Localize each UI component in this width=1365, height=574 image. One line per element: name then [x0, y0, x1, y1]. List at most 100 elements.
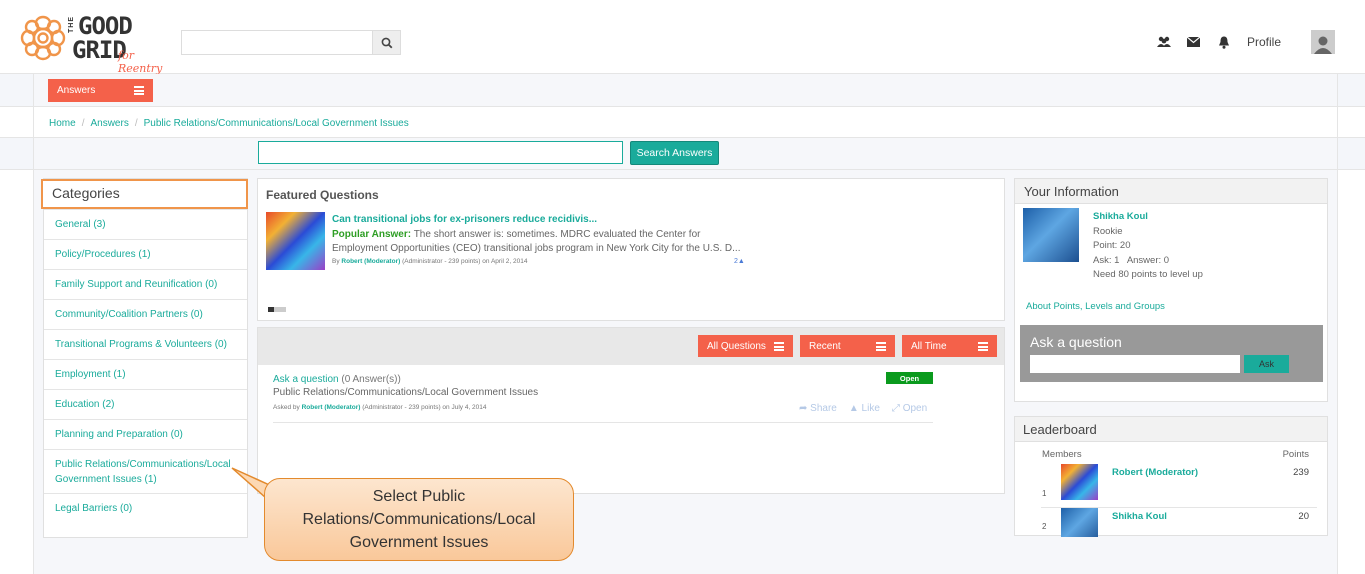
category-item[interactable]: General (3) [44, 209, 247, 239]
category-item[interactable]: Legal Barriers (0) [44, 493, 247, 523]
logo-the: THE [68, 16, 75, 33]
hamburger-icon [774, 342, 784, 351]
carousel-dot[interactable] [280, 307, 286, 312]
status-badge: Open [886, 372, 933, 384]
question-meta-rest: (Administrator - 239 points) on July 4, … [362, 404, 487, 411]
leaderboard-points: 20 [1298, 511, 1309, 522]
user-ask-answer: Ask: 1 Answer: 0 [1093, 254, 1203, 269]
question-actions: ➦ Share ▲ Like ⤢ Open [799, 403, 927, 414]
filter-recent-label: Recent [809, 340, 841, 352]
bell-icon[interactable] [1217, 35, 1231, 49]
breadcrumb-separator: / [134, 118, 138, 129]
category-item[interactable]: Community/Coalition Partners (0) [44, 299, 247, 329]
filter-all-time-label: All Time [911, 340, 947, 352]
user-avatar[interactable] [1023, 208, 1079, 262]
featured-questions-panel: Featured Questions Can transitional jobs… [257, 178, 1005, 321]
user-ask-count: Ask: 1 [1093, 254, 1120, 266]
featured-question-link[interactable]: Can transitional jobs for ex-prisoners r… [332, 214, 597, 225]
filter-all-time[interactable]: All Time [902, 335, 997, 357]
category-item[interactable]: Policy/Procedures (1) [44, 239, 247, 269]
question-link[interactable]: Ask a question [273, 374, 339, 385]
breadcrumb: Home / Answers / Public Relations/Communicat… [49, 118, 409, 129]
questions-panel: All Questions Recent All Time Ask a ques… [257, 327, 1005, 494]
category-item[interactable]: Planning and Preparation (0) [44, 419, 247, 449]
featured-author-link[interactable]: Robert (Moderator) [341, 258, 400, 265]
questions-filter-bar: All Questions Recent All Time [258, 328, 1004, 365]
category-item[interactable]: Education (2) [44, 389, 247, 419]
share-icon: ➦ [799, 403, 808, 414]
profile-link[interactable]: Profile [1247, 35, 1281, 49]
categories-list: General (3) Policy/Procedures (1) Family… [44, 209, 247, 523]
question-meta-by: Asked by [273, 404, 300, 411]
leaderboard-name-link[interactable]: Robert (Moderator) [1112, 467, 1198, 478]
featured-answer-text: Popular Answer: The short answer is: som… [332, 228, 752, 256]
category-item[interactable]: Employment (1) [44, 359, 247, 389]
user-name-link[interactable]: Shikha Koul [1093, 210, 1203, 225]
nav-band-inner [33, 74, 1338, 106]
leaderboard-row: 2 Shikha Koul 20 [1041, 508, 1317, 537]
user-rank: Rookie [1093, 225, 1123, 237]
share-label: Share [810, 403, 837, 414]
answers-search-input[interactable] [258, 141, 623, 164]
ask-question-input[interactable] [1030, 355, 1240, 373]
leaderboard-col-members: Members [1042, 449, 1082, 460]
breadcrumb-current[interactable]: Public Relations/Communications/Local Go… [144, 118, 409, 129]
thumbs-up-icon: ▲ [737, 258, 745, 265]
ask-question-box: Ask a question Ask [1020, 325, 1323, 382]
ask-question-title: Ask a question [1030, 334, 1122, 350]
category-item-public-relations[interactable]: Public Relations/Communications/Local Go… [44, 449, 247, 493]
site-logo[interactable]: THE GOOD GRID for Reentry [18, 12, 178, 75]
hamburger-icon [978, 342, 988, 351]
question-answer-count: (0 Answer(s)) [341, 374, 401, 385]
expand-icon: ⤢ [891, 403, 900, 414]
envelope-icon[interactable] [1187, 35, 1201, 49]
leaderboard-name-link[interactable]: Shikha Koul [1112, 511, 1167, 522]
featured-like-count[interactable]: 2▲ [734, 258, 745, 265]
divider [273, 422, 933, 423]
leaderboard-avatar[interactable] [1061, 464, 1098, 500]
search-icon [381, 37, 392, 48]
featured-title: Featured Questions [266, 188, 379, 202]
points-levels-link[interactable]: About Points, Levels and Groups [1026, 301, 1165, 312]
answers-menu-button[interactable]: Answers [48, 79, 153, 102]
featured-meta-rest: (Administrator - 239 points) on April 2,… [402, 258, 528, 265]
popular-answer-label: Popular Answer: [332, 229, 412, 240]
category-item[interactable]: Family Support and Reunification (0) [44, 269, 247, 299]
leaderboard-rank: 1 [1042, 489, 1047, 498]
thumbs-up-icon: ▲ [848, 403, 859, 414]
featured-meta: By Robert (Moderator) (Administrator - 2… [332, 258, 527, 265]
user-answer-count: Answer: 0 [1126, 254, 1170, 266]
open-label: Open [902, 403, 928, 414]
header-search [181, 30, 401, 55]
share-button[interactable]: ➦ Share [799, 403, 837, 414]
user-level-need: Need 80 points to level up [1093, 269, 1203, 280]
breadcrumb-answers[interactable]: Answers [90, 118, 128, 129]
categories-title: Categories [41, 179, 248, 209]
leaderboard-title: Leaderboard [1015, 417, 1327, 442]
your-information-title: Your Information [1015, 179, 1327, 204]
users-icon[interactable] [1156, 35, 1171, 49]
filter-recent[interactable]: Recent [800, 335, 895, 357]
filter-all-questions[interactable]: All Questions [698, 335, 793, 357]
instruction-callout: Select Public Relations/Communications/L… [264, 478, 574, 561]
open-button[interactable]: ⤢ Open [892, 403, 927, 414]
breadcrumb-separator: / [81, 118, 85, 129]
question-row-title: Ask a question (0 Answer(s)) [273, 374, 401, 385]
category-item[interactable]: Transitional Programs & Volunteers (0) [44, 329, 247, 359]
categories-panel: Categories General (3) Policy/Procedures… [41, 178, 248, 538]
featured-thumbnail[interactable] [266, 212, 325, 270]
leaderboard-rank: 2 [1042, 522, 1047, 531]
question-author-link[interactable]: Robert (Moderator) [302, 404, 361, 411]
ask-button[interactable]: Ask [1244, 355, 1289, 373]
search-answers-button[interactable]: Search Answers [630, 141, 719, 165]
header-search-button[interactable] [372, 31, 400, 54]
leaderboard-panel: Leaderboard Members Points 1 Robert (Mod… [1014, 416, 1328, 537]
header-search-input[interactable] [182, 31, 372, 54]
breadcrumb-home[interactable]: Home [49, 118, 76, 129]
question-category: Public Relations/Communications/Local Go… [273, 387, 539, 398]
user-avatar-icon[interactable] [1311, 30, 1335, 54]
like-button[interactable]: ▲ Like [849, 403, 880, 414]
leaderboard-avatar[interactable] [1061, 508, 1098, 537]
leaderboard-col-points: Points [1282, 449, 1309, 460]
logo-tagline: for Reentry [118, 49, 163, 75]
